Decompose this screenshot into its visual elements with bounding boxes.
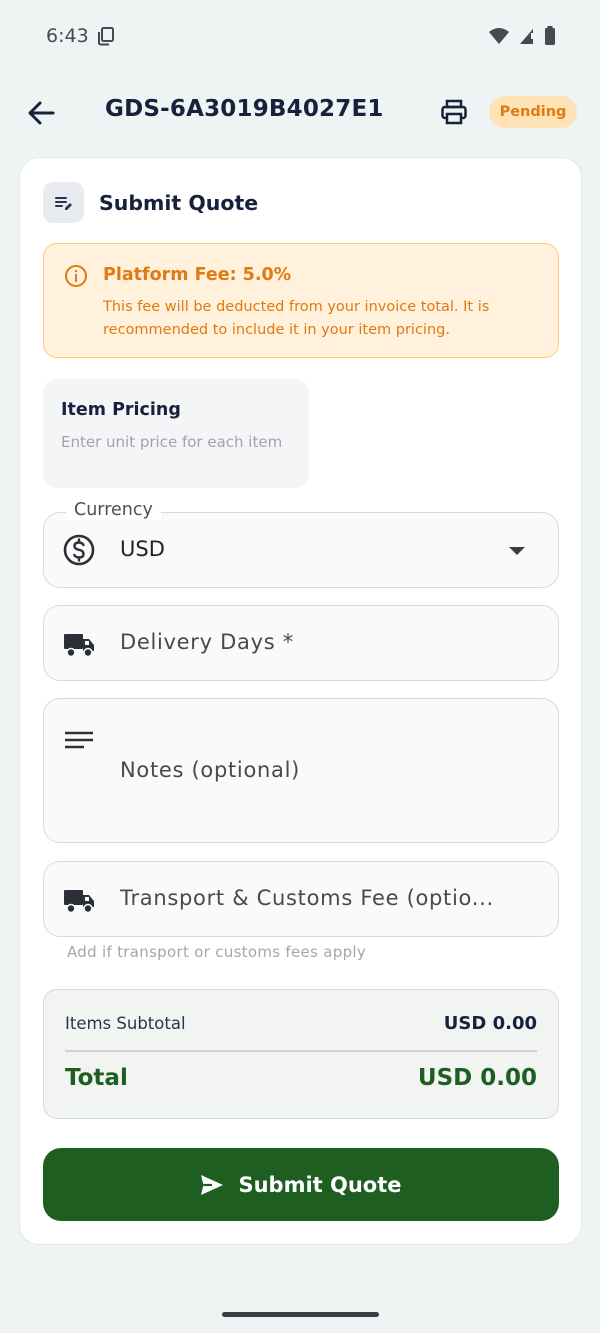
delivery-days-input[interactable]: Delivery Days * [43, 605, 559, 681]
wifi-icon [489, 28, 509, 44]
total-label: Total [65, 1065, 128, 1091]
items-subtotal-value: USD 0.00 [443, 1013, 537, 1034]
transport-customs-fee-input[interactable]: Transport & Customs Fee (optio... [43, 861, 559, 937]
transport-fee-helper-text: Add if transport or customs fees apply [67, 943, 367, 961]
battery-icon [545, 26, 555, 45]
platform-fee-title: Platform Fee: 5.0% [103, 265, 292, 285]
home-indicator[interactable] [222, 1312, 379, 1317]
status-time: 6:43 [46, 25, 115, 47]
submit-quote-button[interactable]: Submit Quote [43, 1148, 559, 1221]
notes-placeholder: Notes (optional) [120, 758, 301, 782]
screenshot-notification-icon [97, 27, 114, 46]
status-icons [488, 26, 556, 46]
items-subtotal-label: Items Subtotal [65, 1014, 186, 1033]
info-icon [65, 265, 87, 287]
currency-value: USD [120, 537, 165, 561]
currency-label: Currency [66, 500, 161, 520]
quote-summary: Items Subtotal USD 0.00 Total USD 0.00 [43, 989, 559, 1119]
total-value: USD 0.00 [417, 1065, 537, 1091]
truck-icon [64, 890, 94, 914]
summary-divider [65, 1050, 537, 1052]
status-badge: Pending [489, 96, 577, 128]
print-icon[interactable] [440, 98, 468, 126]
cell-signal-icon [520, 29, 533, 44]
item-pricing-subtitle: Enter unit price for each item [61, 433, 283, 451]
platform-fee-notice: Platform Fee: 5.0% This fee will be dedu… [43, 243, 559, 358]
notes-lines-icon [65, 731, 93, 749]
card-title: Submit Quote [99, 190, 259, 215]
status-time-text: 6:43 [46, 25, 89, 47]
dollar-circle-icon [63, 534, 95, 566]
platform-fee-description: This fee will be deducted from your invo… [103, 299, 490, 338]
delivery-days-placeholder: Delivery Days * [120, 630, 294, 654]
edit-list-icon-box [43, 182, 84, 223]
item-pricing-title: Item Pricing [61, 400, 181, 420]
app-bar: GDS-6A3019B4027E1 Pending [0, 78, 600, 146]
item-pricing-section: Item Pricing Enter unit price for each i… [43, 379, 309, 488]
card-header: Submit Quote [43, 182, 258, 223]
submit-quote-label: Submit Quote [238, 1172, 402, 1197]
currency-dropdown[interactable]: Currency USD [43, 500, 559, 588]
transport-fee-placeholder: Transport & Customs Fee (optio... [120, 886, 494, 910]
order-id-title: GDS-6A3019B4027E1 [105, 96, 384, 122]
status-bar: 6:43 [0, 0, 600, 72]
quote-card: Submit Quote Platform Fee: 5.0% This fee… [19, 157, 582, 1245]
send-icon [201, 1174, 224, 1195]
back-arrow-icon[interactable] [26, 98, 56, 128]
chevron-down-icon [509, 547, 525, 555]
notes-input[interactable]: Notes (optional) [43, 698, 559, 843]
edit-list-icon [54, 196, 72, 210]
truck-icon [64, 634, 94, 658]
